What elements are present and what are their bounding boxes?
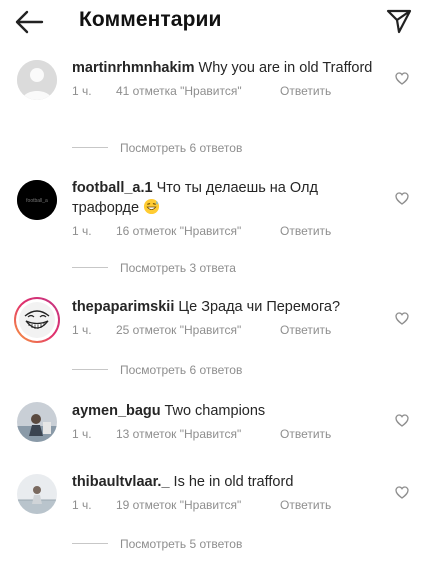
view-replies-button[interactable]: Посмотреть 5 ответов	[72, 536, 242, 552]
comment-time: 1 ч.	[72, 427, 92, 441]
reply-button[interactable]: Ответить	[280, 224, 331, 238]
page-title: Комментарии	[79, 8, 222, 31]
reply-button[interactable]: Ответить	[280, 498, 331, 512]
heart-icon[interactable]	[395, 192, 409, 205]
avatar[interactable]	[17, 474, 57, 514]
reply-button[interactable]: Ответить	[280, 323, 331, 337]
divider-line	[72, 369, 108, 371]
comment-time: 1 ч.	[72, 498, 92, 512]
comment-message: Це Зрада чи Перемога?	[178, 299, 341, 315]
reply-button[interactable]: Ответить	[280, 84, 331, 98]
comment-text: thepaparimskii Це Зрада чи Перемога?	[72, 298, 382, 317]
comment-text: martinrhmnhakim Why you are in old Traff…	[72, 59, 382, 78]
comment-meta: 1 ч. 25 отметок "Нравится" Ответить	[72, 323, 382, 337]
photo-avatar-icon	[17, 474, 57, 514]
comment-meta: 1 ч. 16 отметок "Нравится" Ответить	[72, 224, 382, 238]
comment-message: Why you are in old Trafford	[198, 60, 373, 76]
view-replies-label: Посмотреть 6 ответов	[120, 362, 243, 377]
comment-meta: 1 ч. 41 отметка "Нравится" Ответить	[72, 84, 382, 98]
comment-username[interactable]: aymen_bagu	[72, 403, 161, 419]
comment-body: thibaultvlaar._ Is he in old trafford 1 …	[72, 473, 382, 512]
reply-button[interactable]: Ответить	[280, 427, 331, 441]
arrow-left-icon[interactable]	[14, 9, 44, 35]
heart-icon[interactable]	[395, 72, 409, 85]
comment-body: thepaparimskii Це Зрада чи Перемога? 1 ч…	[72, 298, 382, 337]
view-replies-button[interactable]: Посмотреть 3 ответа	[72, 260, 236, 276]
comment-text: football_a.1 Что ты делаешь на Олд трафо…	[72, 179, 382, 218]
comment-likes[interactable]: 25 отметок "Нравится"	[116, 323, 280, 337]
send-icon[interactable]	[385, 7, 413, 35]
header: Комментарии	[0, 0, 428, 44]
comment-message: Two champions	[164, 403, 266, 419]
view-replies-label: Посмотреть 5 ответов	[120, 536, 243, 551]
comment-username[interactable]: football_a.1	[72, 180, 153, 196]
grinning-sweat-emoji-icon	[144, 198, 160, 215]
comment-username[interactable]: thibaultvlaar._	[72, 474, 170, 490]
comment-likes[interactable]: 16 отметок "Нравится"	[116, 224, 280, 238]
view-replies-label: Посмотреть 6 ответов	[120, 140, 243, 155]
heart-icon[interactable]	[395, 486, 409, 499]
avatar-story-ring[interactable]	[14, 297, 60, 343]
view-replies-button[interactable]: Посмотреть 6 ответов	[72, 140, 242, 156]
heart-icon[interactable]	[395, 414, 409, 427]
avatar[interactable]	[17, 60, 57, 100]
trollface-icon	[19, 302, 55, 338]
photo-avatar-icon	[17, 402, 57, 442]
comment-likes[interactable]: 41 отметка "Нравится"	[116, 84, 280, 98]
comment-likes[interactable]: 13 отметок "Нравится"	[116, 427, 280, 441]
comment-time: 1 ч.	[72, 323, 92, 337]
comment-meta: 1 ч. 19 отметок "Нравится" Ответить	[72, 498, 382, 512]
comment-username[interactable]: martinrhmnhakim	[72, 60, 194, 76]
comment-body: martinrhmnhakim Why you are in old Traff…	[72, 59, 382, 98]
avatar[interactable]	[17, 402, 57, 442]
comment-message: Is he in old trafford	[173, 474, 294, 490]
comment-username[interactable]: thepaparimskii	[72, 299, 174, 315]
default-avatar-icon	[17, 60, 57, 100]
view-replies-label: Посмотреть 3 ответа	[120, 260, 236, 275]
divider-line	[72, 147, 108, 149]
comment-time: 1 ч.	[72, 84, 92, 98]
comment-body: aymen_bagu Two champions 1 ч. 13 отметок …	[72, 402, 382, 441]
avatar-logo-text: football_a	[26, 198, 48, 204]
avatar-inner	[16, 299, 58, 341]
divider-line	[72, 543, 108, 545]
avatar[interactable]: football_a	[17, 180, 57, 220]
heart-icon[interactable]	[395, 312, 409, 325]
comment-body: football_a.1 Что ты делаешь на Олд трафо…	[72, 179, 382, 238]
view-replies-button[interactable]: Посмотреть 6 ответов	[72, 362, 242, 378]
black-logo-avatar-icon: football_a	[17, 180, 57, 220]
divider-line	[72, 267, 108, 269]
comment-text: aymen_bagu Two champions	[72, 402, 382, 421]
comment-text: thibaultvlaar._ Is he in old trafford	[72, 473, 382, 492]
comment-likes[interactable]: 19 отметок "Нравится"	[116, 498, 280, 512]
comment-meta: 1 ч. 13 отметок "Нравится" Ответить	[72, 427, 382, 441]
comment-time: 1 ч.	[72, 224, 92, 238]
